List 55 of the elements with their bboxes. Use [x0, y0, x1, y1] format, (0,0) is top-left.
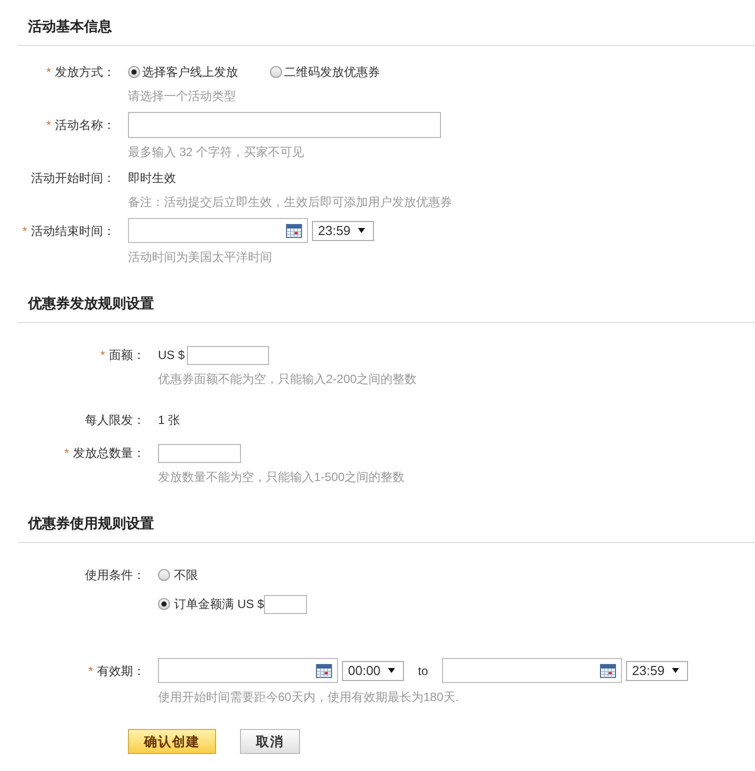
required-asterisk: *	[88, 664, 93, 678]
text-input[interactable]	[128, 112, 441, 138]
field-label: 活动开始时间：	[31, 171, 115, 185]
section-heading: 活动基本信息	[18, 0, 755, 46]
create-button[interactable]: 确认创建	[128, 729, 216, 754]
field-label: 活动结束时间：	[31, 224, 115, 238]
hint-text: 优惠券面额不能为空，只能输入2-200之间的整数	[158, 371, 418, 388]
radio-option[interactable]: 二维码发放优惠券	[270, 62, 380, 82]
field-label: 发放方式：	[55, 65, 115, 79]
required-asterisk: *	[100, 348, 105, 362]
caret-icon	[388, 668, 395, 673]
radio-icon[interactable]	[270, 66, 282, 78]
required-asterisk: *	[64, 446, 69, 460]
required-asterisk: *	[46, 65, 51, 79]
hint-text: 使用开始时间需要距今60天内，使用有效期最长为180天.	[158, 689, 460, 706]
currency-label: US $	[158, 347, 185, 364]
hint-text: 最多输入 32 个字符，买家不可见	[128, 144, 306, 161]
field-value: 1 张	[158, 412, 180, 429]
quantity-input[interactable]	[158, 444, 241, 462]
hint-text: 活动时间为美国太平洋时间	[128, 249, 273, 266]
radio-icon[interactable]	[128, 66, 140, 78]
hint-text: 发放数量不能为空，只能输入1-500之间的整数	[158, 469, 406, 486]
date-field[interactable]	[442, 658, 622, 683]
field-label: 活动名称：	[55, 118, 115, 132]
field-label: 面额：	[109, 348, 145, 362]
amount-input[interactable]	[264, 594, 308, 614]
amount-input[interactable]	[186, 346, 269, 364]
time-select[interactable]: 23:59	[312, 220, 374, 240]
required-asterisk: *	[22, 224, 27, 238]
required-asterisk: *	[46, 118, 51, 132]
radio-option[interactable]: 订单金额满 US $	[158, 594, 264, 614]
hint-text: 请选择一个活动类型	[128, 88, 237, 105]
field-label: 每人限发：	[85, 413, 145, 427]
calendar-icon[interactable]	[316, 664, 332, 678]
radio-icon[interactable]	[158, 598, 170, 610]
field-label: 发放总数量：	[73, 446, 145, 460]
caret-icon	[358, 228, 365, 233]
time-select[interactable]: 23:59	[626, 660, 688, 680]
calendar-icon[interactable]	[286, 224, 302, 238]
hint-text: 备注：活动提交后立即生效，生效后即可添加用户发放优惠券	[128, 194, 453, 211]
radio-option[interactable]: 选择客户线上发放	[128, 62, 238, 82]
radio-icon[interactable]	[158, 569, 170, 581]
calendar-icon[interactable]	[600, 664, 616, 678]
field-label: 使用条件：	[85, 568, 145, 582]
date-field[interactable]	[158, 658, 338, 683]
caret-icon	[672, 668, 680, 673]
field-value: 即时生效	[128, 170, 176, 187]
field-label: 有效期：	[97, 664, 145, 678]
date-field[interactable]	[128, 218, 308, 243]
section-heading: 优惠券使用规则设置	[18, 497, 755, 543]
section-heading: 优惠券发放规则设置	[18, 277, 755, 323]
range-separator: to	[418, 662, 428, 680]
radio-option[interactable]: 不限	[158, 565, 198, 585]
cancel-button[interactable]: 取消	[240, 729, 300, 754]
time-select[interactable]: 00:00	[342, 660, 404, 680]
